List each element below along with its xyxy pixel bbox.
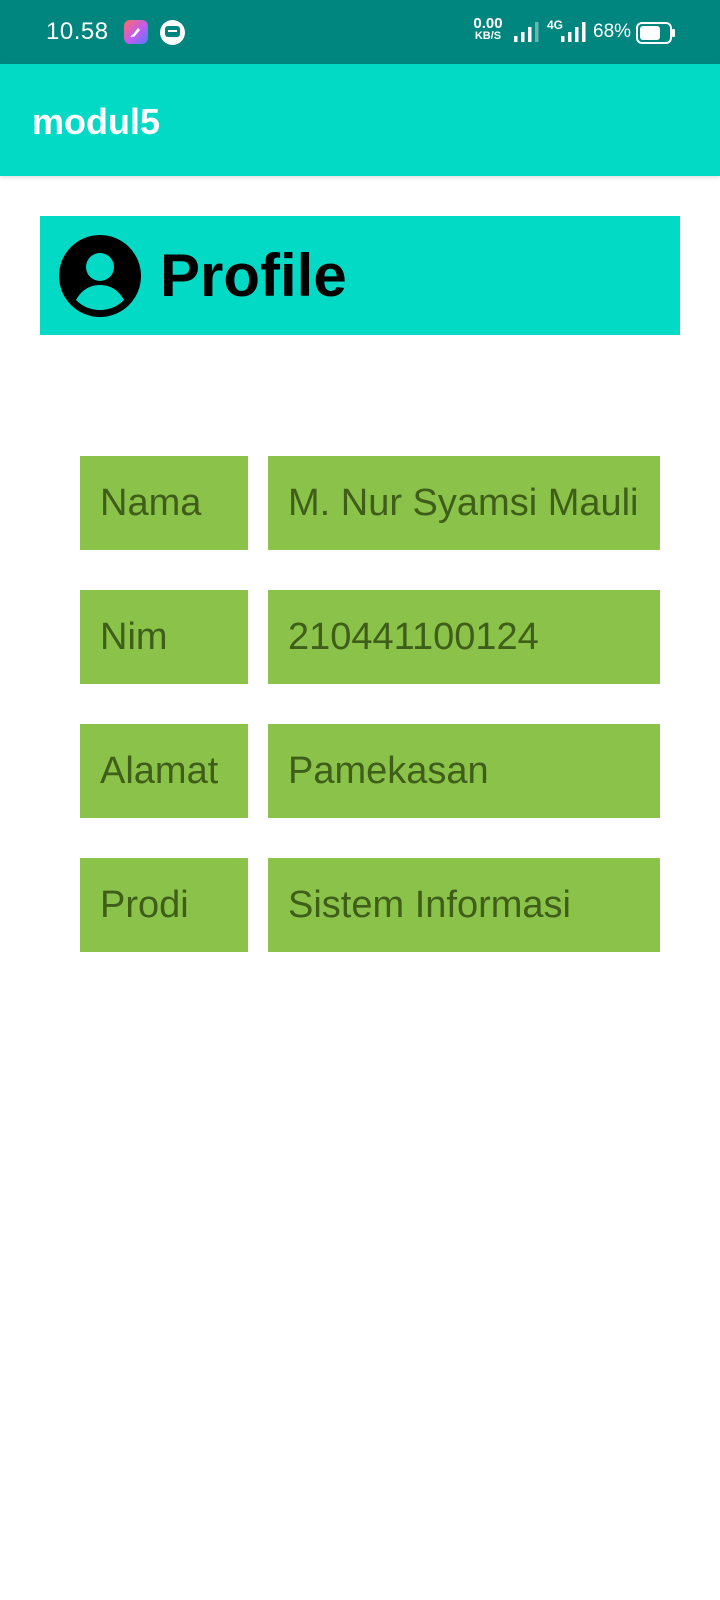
signal-4g-icon bbox=[560, 22, 588, 47]
message-notification-icon bbox=[160, 20, 185, 45]
field-value-alamat: Pamekasan bbox=[268, 724, 660, 818]
network-speed-value: 0.00 bbox=[473, 15, 503, 32]
battery-percent: 68% bbox=[593, 21, 632, 42]
app-bar: modul5 bbox=[0, 64, 720, 176]
status-time: 10.58 bbox=[46, 18, 109, 45]
field-value-nim: 210441100124 bbox=[268, 590, 660, 684]
status-bar: 10.58 0.00 KB/S 4G 68% bbox=[0, 0, 720, 64]
app-notification-icon bbox=[124, 20, 148, 44]
field-value-nama: M. Nur Syamsi Mauli bbox=[268, 456, 660, 550]
field-label-nama: Nama bbox=[80, 456, 248, 550]
field-label-alamat: Alamat bbox=[80, 724, 248, 818]
field-value-prodi: Sistem Informasi bbox=[268, 858, 660, 952]
field-label-nim: Nim bbox=[80, 590, 248, 684]
profile-title: Profile bbox=[160, 242, 347, 309]
profile-header: Profile bbox=[40, 216, 680, 335]
network-speed: 0.00 KB/S bbox=[468, 15, 508, 43]
signal-icon bbox=[513, 22, 539, 47]
field-label-prodi: Prodi bbox=[80, 858, 248, 952]
app-title: modul5 bbox=[32, 101, 161, 142]
account-circle-icon bbox=[58, 234, 142, 318]
battery-icon bbox=[636, 22, 676, 49]
